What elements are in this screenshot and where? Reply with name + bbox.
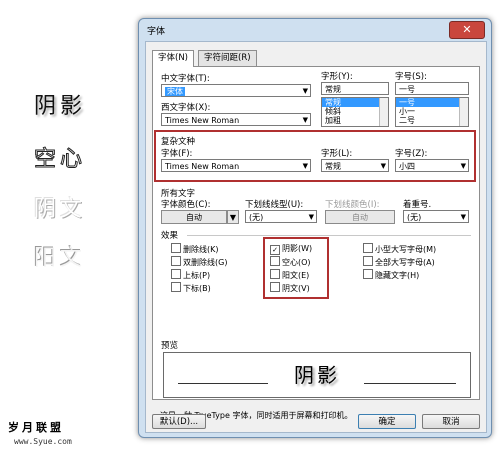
- complex-style-combo[interactable]: 常规 ▼: [321, 159, 389, 172]
- check-icon: ✓: [270, 245, 280, 255]
- showcase-shadow-text: 阴影: [34, 94, 87, 119]
- size-list[interactable]: 一号 小一 二号: [395, 97, 469, 127]
- underline-color-picker[interactable]: 自动: [325, 210, 395, 224]
- underline-style-label: 下划线线型(U):: [245, 200, 304, 210]
- all-caps-checkbox[interactable]: 全部大写字母(A): [363, 256, 435, 268]
- chinese-font-label: 中文字体(T):: [161, 74, 210, 84]
- underline-color-label: 下划线颜色(I):: [325, 200, 380, 210]
- complex-size-combo[interactable]: 小四 ▼: [395, 159, 469, 172]
- style-label: 字形(Y):: [321, 72, 353, 82]
- size-scrollbar[interactable]: [459, 98, 468, 126]
- double-strikethrough-checkbox[interactable]: 双删除线(G): [171, 256, 227, 268]
- brand-name: 岁月联盟: [8, 421, 64, 434]
- chevron-down-icon: ▼: [380, 162, 386, 170]
- emphasis-value: (无): [407, 213, 422, 222]
- chevron-down-icon: ▼: [308, 213, 314, 221]
- complex-size-label: 字号(Z):: [395, 149, 428, 159]
- brand-url: www.Syue.com: [14, 437, 72, 446]
- preview-line-right: [364, 383, 456, 384]
- tab-font[interactable]: 字体(N): [152, 50, 194, 67]
- complex-script-highlight: [154, 130, 476, 182]
- showcase-engrave-text: 阴文: [34, 197, 87, 222]
- complex-style-value: 常规: [325, 162, 341, 171]
- complex-size-value: 小四: [399, 162, 415, 171]
- close-icon[interactable]: ✕: [449, 21, 485, 39]
- preview-title: 预览: [161, 341, 179, 351]
- superscript-checkbox[interactable]: 上标(P): [171, 269, 210, 281]
- dialog-title: 字体: [147, 27, 166, 37]
- hidden-text-checkbox[interactable]: 隐藏文字(H): [363, 269, 419, 281]
- subscript-checkbox[interactable]: 下标(B): [171, 282, 211, 294]
- underline-style-value: (无): [249, 213, 264, 222]
- font-tab-panel: 中文字体(T): 宋体 ▼ 西文字体(X): Times New Roman ▼…: [152, 66, 480, 400]
- complex-font-label: 字体(F):: [161, 149, 193, 159]
- size-option[interactable]: 二号: [396, 116, 468, 125]
- chevron-down-icon: ▼: [302, 116, 308, 124]
- effects-divider: [187, 235, 471, 236]
- font-color-picker[interactable]: 自动: [161, 210, 227, 224]
- complex-script-title: 复杂文种: [161, 137, 196, 147]
- underline-color-value: 自动: [352, 213, 368, 222]
- western-font-value: Times New Roman: [165, 116, 240, 125]
- chinese-font-value: 宋体: [165, 87, 185, 96]
- size-input[interactable]: 一号: [395, 82, 469, 95]
- font-color-label: 字体颜色(C):: [161, 200, 211, 210]
- font-dialog: 字体 ✕ 字体(N) 字符间距(R) 中文字体(T): 宋体 ▼ 西文字体(X)…: [138, 18, 492, 438]
- complex-font-combo[interactable]: Times New Roman ▼: [161, 159, 311, 172]
- western-font-label: 西文字体(X):: [161, 103, 211, 113]
- strikethrough-checkbox[interactable]: 删除线(K): [171, 243, 219, 255]
- style-input[interactable]: 常规: [321, 82, 389, 95]
- tab-character-spacing[interactable]: 字符间距(R): [198, 50, 257, 66]
- cancel-button[interactable]: 取消: [422, 414, 480, 429]
- effects-title: 效果: [161, 231, 179, 241]
- emphasis-combo[interactable]: (无) ▼: [403, 210, 469, 223]
- small-caps-checkbox[interactable]: 小型大写字母(M): [363, 243, 436, 255]
- chevron-down-icon: ▼: [302, 162, 308, 170]
- showcase-outline-text: 空心: [33, 147, 87, 173]
- style-list[interactable]: 常规 倾斜 加粗: [321, 97, 389, 127]
- western-font-combo[interactable]: Times New Roman ▼: [161, 113, 311, 126]
- outline-checkbox[interactable]: 空心(O): [270, 256, 311, 268]
- default-button[interactable]: 默认(D)...: [152, 414, 206, 429]
- complex-style-label: 字形(L):: [321, 149, 353, 159]
- font-color-value: 自动: [186, 213, 202, 222]
- emphasis-label: 着重号.: [403, 200, 432, 210]
- preview-box: 阴影: [163, 352, 471, 398]
- engrave-checkbox[interactable]: 阴文(V): [270, 282, 310, 294]
- chevron-down-icon: ▼: [460, 213, 466, 221]
- size-option[interactable]: 小一: [396, 107, 468, 116]
- style-scrollbar[interactable]: [379, 98, 388, 126]
- emboss-checkbox[interactable]: 阳文(E): [270, 269, 309, 281]
- chevron-down-icon: ▼: [460, 162, 466, 170]
- ok-button[interactable]: 确定: [358, 414, 416, 429]
- chevron-down-icon: ▼: [302, 87, 308, 95]
- showcase-emboss-text: 阳文: [34, 246, 87, 271]
- chevron-down-icon[interactable]: ▼: [227, 210, 239, 224]
- size-label: 字号(S):: [395, 72, 427, 82]
- underline-style-combo[interactable]: (无) ▼: [245, 210, 317, 223]
- size-option[interactable]: 一号: [396, 98, 468, 107]
- chinese-font-combo[interactable]: 宋体 ▼: [161, 84, 311, 97]
- dialog-body: 字体(N) 字符间距(R) 中文字体(T): 宋体 ▼ 西文字体(X): Tim…: [145, 41, 487, 433]
- complex-font-value: Times New Roman: [165, 162, 240, 171]
- shadow-checkbox[interactable]: ✓ 阴影(W): [270, 243, 312, 255]
